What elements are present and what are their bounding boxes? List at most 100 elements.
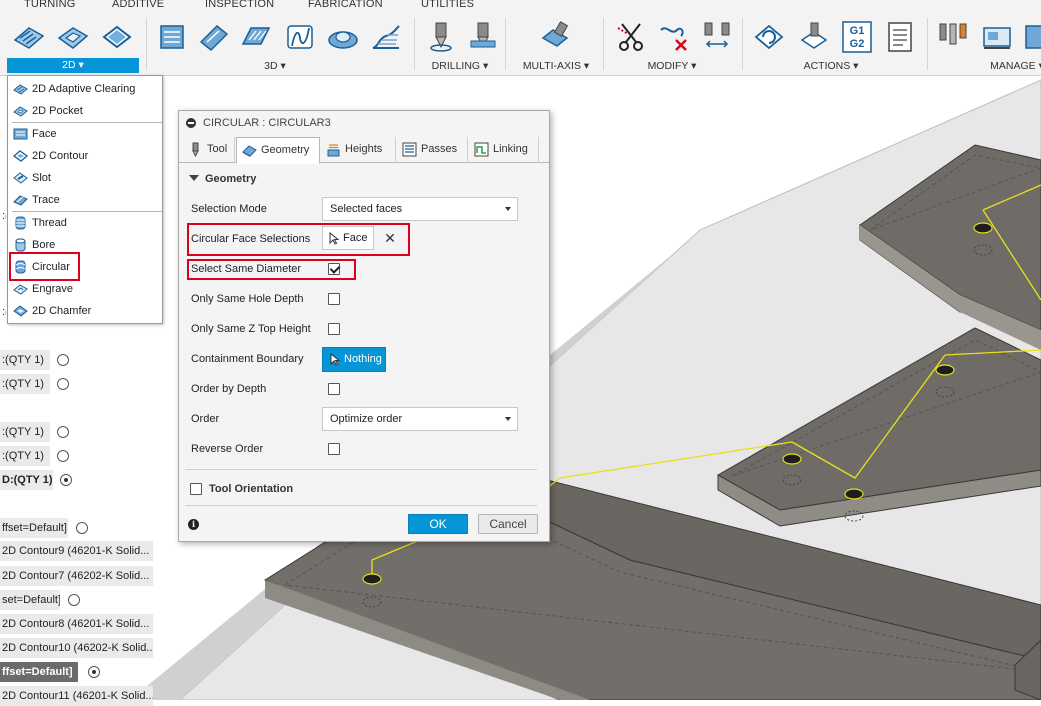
group-3d-label[interactable]: 3D ▾ (255, 60, 295, 72)
2d-chamfer-icon (13, 305, 28, 317)
tab-fabrication[interactable]: FABRICATION (308, 0, 383, 10)
2d-pocket-icon[interactable] (56, 20, 90, 54)
tree-item-wcs[interactable]: set=Default] (0, 590, 60, 610)
tool-library-icon[interactable] (937, 20, 971, 54)
face-selection-highlight-box (187, 223, 410, 256)
3d-pocket-icon[interactable] (197, 20, 231, 54)
tree-item-operation[interactable]: 2D Contour9 (46201-K Solid... (0, 541, 153, 561)
tree-item-operation[interactable]: 2D Contour11 (46201-K Solid... (0, 686, 153, 706)
dialog-title: CIRCULAR : CIRCULAR3 (203, 117, 331, 129)
order-select[interactable]: Optimize order (322, 407, 518, 431)
group-modify-label[interactable]: MODIFY ▾ (646, 60, 698, 72)
delete-toolpath-icon[interactable] (657, 20, 691, 54)
containment-boundary-button[interactable]: Nothing (322, 347, 386, 372)
bore-icon (15, 238, 26, 252)
3d-parallel-icon[interactable] (239, 20, 273, 54)
tree-item-setup[interactable]: :(QTY 1) (0, 350, 50, 370)
order-by-depth-checkbox[interactable] (328, 383, 340, 395)
tab-passes[interactable]: Passes (397, 137, 468, 163)
tree-item-operation[interactable]: 2D Contour8 (46201-K Solid... (0, 614, 153, 634)
menu-item-slot[interactable]: Slot (8, 167, 162, 189)
tree-item-wcs-active[interactable]: ffset=Default] (0, 662, 78, 682)
setup-sheet-icon[interactable] (883, 20, 917, 54)
cancel-button[interactable]: Cancel (478, 514, 538, 534)
template-library-icon[interactable] (1022, 20, 1041, 54)
ok-button[interactable]: OK (408, 514, 468, 534)
simulate-stock-icon[interactable] (797, 20, 831, 54)
slot-icon (13, 172, 28, 184)
menu-item-2d-pocket[interactable]: 2D Pocket (8, 100, 162, 122)
tab-turning[interactable]: TURNING (24, 0, 76, 10)
machine-library-icon[interactable] (980, 20, 1014, 54)
group-drilling-label[interactable]: DRILLING ▾ (428, 60, 492, 72)
tab-linking[interactable]: Linking (469, 137, 539, 163)
tab-heights[interactable]: Heights (321, 137, 396, 163)
simulate-icon[interactable] (752, 20, 786, 54)
menu-item-2d-adaptive-clearing[interactable]: 2D Adaptive Clearing (8, 78, 162, 100)
thread-icon (15, 216, 26, 230)
only-same-hole-depth-checkbox[interactable] (328, 293, 340, 305)
hole-recognition-icon[interactable] (466, 20, 500, 54)
menu-item-trace[interactable]: Trace (8, 189, 162, 211)
group-actions-label[interactable]: ACTIONS ▾ (800, 60, 862, 72)
only-same-z-top-label: Only Same Z Top Height (191, 323, 311, 335)
2d-contour-icon[interactable] (100, 20, 134, 54)
post-process-icon[interactable]: G1 G2 (840, 20, 874, 54)
tab-additive[interactable]: ADDITIVE (112, 0, 164, 10)
reverse-order-checkbox[interactable] (328, 443, 340, 455)
containment-boundary-label: Containment Boundary (191, 353, 304, 365)
tree-item-setup[interactable]: :(QTY 1) (0, 446, 50, 466)
tab-geometry[interactable]: Geometry (236, 137, 320, 164)
menu-item-engrave[interactable]: Engrave (8, 278, 162, 300)
tree-item-setup[interactable]: :(QTY 1) (0, 374, 50, 394)
group-2d-label[interactable]: 2D ▾ (7, 58, 139, 73)
same-diameter-highlight-box (187, 259, 356, 280)
menu-item-thread[interactable]: Thread (8, 212, 162, 234)
setup-radio[interactable] (57, 378, 69, 390)
wcs-radio-active[interactable] (88, 666, 100, 678)
order-label: Order (191, 413, 220, 425)
setup-radio[interactable] (57, 354, 69, 366)
toolbar-separator (505, 18, 506, 70)
3d-scallop-icon[interactable] (326, 20, 360, 54)
3d-spiral-icon[interactable] (369, 20, 403, 54)
only-same-z-top-checkbox[interactable] (328, 323, 340, 335)
svg-text:G2: G2 (850, 38, 865, 50)
linking-icon (474, 142, 489, 157)
menu-item-2d-chamfer[interactable]: 2D Chamfer (8, 300, 162, 322)
2d-adaptive-icon[interactable] (12, 20, 46, 54)
tab-inspection[interactable]: INSPECTION (205, 0, 274, 10)
tree-item-partial: :( (2, 306, 6, 318)
setup-radio[interactable] (57, 450, 69, 462)
passes-icon (402, 142, 417, 157)
3d-contour-icon[interactable] (283, 20, 317, 54)
group-manage-label[interactable]: MANAGE ▾ (986, 60, 1041, 72)
tree-item-operation[interactable]: 2D Contour10 (46202-K Solid... (0, 638, 153, 658)
dialog-tabs: Tool Geometry Heights Passes Linking (179, 137, 549, 164)
wcs-radio[interactable] (76, 522, 88, 534)
tree-item-operation[interactable]: 2D Contour7 (46202-K Solid... (0, 566, 153, 586)
reverse-order-label: Reverse Order (191, 443, 264, 455)
tree-item-wcs[interactable]: ffset=Default] (0, 518, 68, 538)
tool-orientation-checkbox[interactable] (190, 483, 202, 495)
tool-swap-icon[interactable] (700, 20, 734, 54)
3d-adaptive-icon[interactable] (155, 20, 189, 54)
multi-axis-icon[interactable] (538, 20, 572, 54)
setup-radio[interactable] (57, 426, 69, 438)
tree-item-setup-active[interactable]: D:(QTY 1) (0, 470, 53, 490)
toolbar-separator (603, 18, 604, 70)
order-by-depth-label: Order by Depth (191, 383, 267, 395)
section-geometry-header[interactable]: Geometry (189, 173, 256, 185)
menu-item-face[interactable]: Face (8, 123, 162, 145)
info-icon[interactable]: i (188, 519, 199, 530)
selection-mode-select[interactable]: Selected faces (322, 197, 518, 221)
setup-radio-active[interactable] (60, 474, 72, 486)
wcs-radio[interactable] (68, 594, 80, 606)
scissors-icon[interactable] (614, 20, 648, 54)
tab-tool[interactable]: Tool (183, 137, 235, 163)
tab-utilities[interactable]: UTILITIES (421, 0, 474, 10)
tree-item-setup[interactable]: :(QTY 1) (0, 422, 50, 442)
group-multi-axis-label[interactable]: MULTI-AXIS ▾ (518, 60, 594, 72)
drill-icon[interactable] (424, 20, 458, 54)
menu-item-2d-contour[interactable]: 2D Contour (8, 145, 162, 167)
